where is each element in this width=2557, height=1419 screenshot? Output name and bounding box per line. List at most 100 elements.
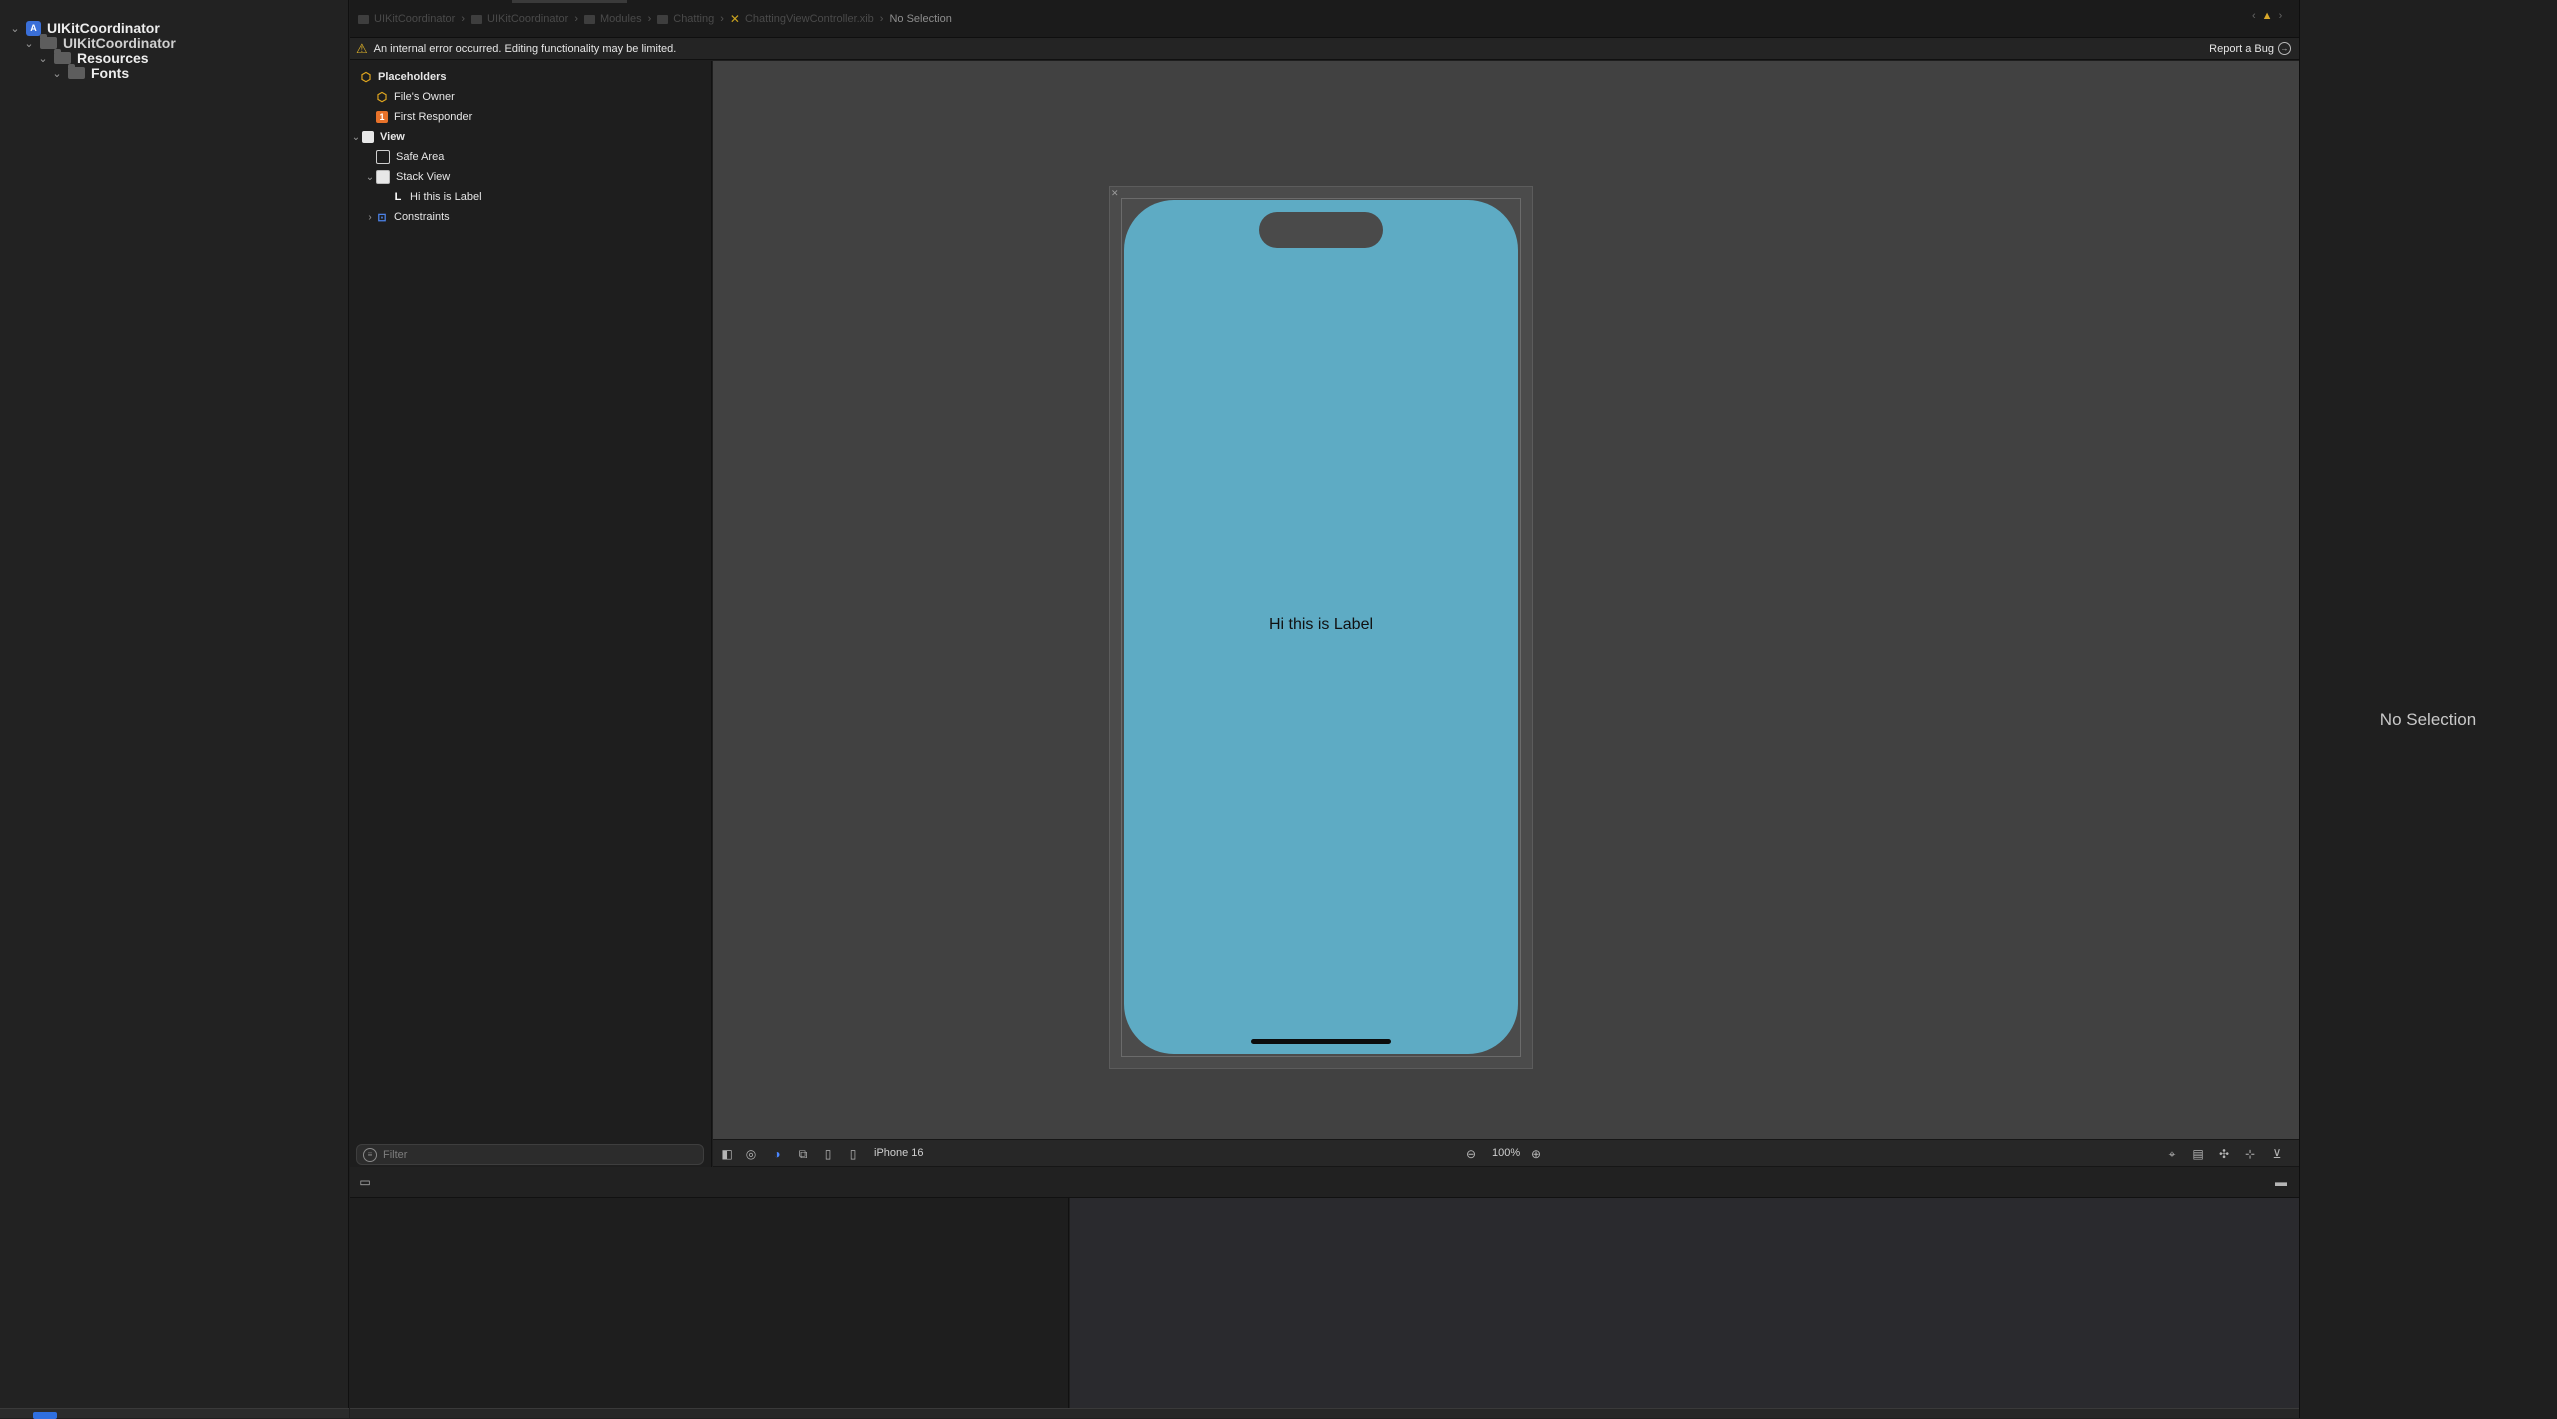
- label-icon: L: [394, 191, 402, 203]
- arrow-circle-icon: →: [2278, 42, 2291, 55]
- chevron-down-icon[interactable]: ⌄: [36, 52, 50, 65]
- add-constraints-icon[interactable]: ⊹: [2243, 1147, 2257, 1161]
- breadcrumb-item[interactable]: Chatting: [657, 13, 714, 25]
- placeholder-cube-icon: ⬡: [360, 70, 372, 84]
- chevron-down-icon[interactable]: ⌄: [22, 37, 36, 50]
- split-view-icon[interactable]: ▯: [821, 1147, 835, 1161]
- device-icon[interactable]: ▯: [846, 1147, 860, 1161]
- chevron-down-icon[interactable]: ⌄: [8, 22, 22, 35]
- embed-in-icon[interactable]: ▤: [2191, 1147, 2205, 1161]
- xcode-project-icon: [358, 14, 369, 24]
- dark-mode-icon[interactable]: ◑: [770, 1147, 784, 1161]
- chevron-right-icon: ›: [461, 13, 465, 25]
- outline-item-label: Hi this is Label: [410, 191, 482, 203]
- first-responder-icon: 1: [376, 111, 388, 123]
- debug-bar: ▭ ▬: [350, 1167, 2299, 1198]
- zoom-level[interactable]: 100%: [1492, 1147, 1520, 1159]
- canvas-label[interactable]: Hi this is Label: [1124, 616, 1518, 634]
- outline-item-label: File's Owner: [394, 91, 455, 103]
- chevron-right-icon[interactable]: ›: [364, 212, 376, 223]
- view-icon: [362, 131, 374, 143]
- outline-item-first-responder[interactable]: 1 First Responder: [376, 108, 472, 126]
- chevron-right-icon: ›: [879, 13, 884, 25]
- breadcrumb-label: Modules: [600, 13, 642, 25]
- breadcrumb-label: Chatting: [673, 13, 715, 25]
- outline-item-stack-view[interactable]: ⌄ Stack View: [364, 168, 450, 186]
- folder-icon: [657, 14, 669, 24]
- outline-item-label: View: [380, 131, 405, 143]
- folder-icon: [471, 14, 482, 24]
- chevron-down-icon[interactable]: ⌄: [50, 67, 64, 80]
- outline-item-label: Placeholders: [378, 71, 447, 83]
- folder-icon: [68, 64, 85, 79]
- outline-item-safe-area[interactable]: Safe Area: [376, 148, 444, 166]
- close-icon[interactable]: ✕: [1111, 188, 1119, 199]
- filter-icon: ≡: [363, 1147, 377, 1162]
- zoom-in-icon[interactable]: ⊕: [1529, 1147, 1543, 1161]
- breadcrumb: UIKitCoordinator › UIKitCoordinator › Mo…: [358, 10, 952, 28]
- outline-toggle-icon[interactable]: ◧: [720, 1147, 734, 1161]
- dynamic-island: [1259, 212, 1383, 248]
- project-navigator: ⌄ A UIKitCoordinator ⌄ UIKitCoordinator …: [0, 0, 349, 1418]
- chevron-down-icon[interactable]: ⌄: [350, 132, 362, 143]
- outline-item-label-element[interactable]: L Hi this is Label: [392, 188, 482, 206]
- align-icon[interactable]: ✣: [2217, 1147, 2231, 1161]
- outline-item-label: First Responder: [394, 111, 473, 123]
- chevron-right-icon: ›: [574, 13, 578, 25]
- device-selector[interactable]: iPhone 16: [874, 1147, 924, 1159]
- outline-item-label: Safe Area: [396, 151, 445, 163]
- canvas-toolbar: ◧ ◎ ◑ ⧉ ▯ ▯ iPhone 16 ⊖ 100% ⊕ ⌖ ▤ ✣ ⊹ ⊻: [713, 1139, 2299, 1167]
- home-indicator: [1251, 1039, 1391, 1044]
- breadcrumb-current[interactable]: No Selection: [889, 13, 951, 25]
- outline-item-constraints[interactable]: › ⊡ Constraints: [364, 208, 450, 226]
- outline-item-view[interactable]: ⌄ View: [350, 128, 405, 146]
- console-view[interactable]: [1070, 1198, 2299, 1408]
- debug-footer: [350, 1408, 2299, 1418]
- warning-icon[interactable]: ▲: [2262, 10, 2273, 22]
- breadcrumb-label: UIKitCoordinator: [374, 13, 456, 25]
- breadcrumb-item[interactable]: UIKitCoordinator: [471, 13, 568, 25]
- warning-icon: ⚠: [356, 40, 368, 56]
- chevron-down-icon[interactable]: ⌄: [364, 172, 376, 183]
- document-outline: ⬡ Placeholders ⬡ File's Owner 1 First Re…: [350, 61, 712, 1167]
- safe-area-icon: [376, 150, 390, 164]
- constraints-icon: ⊡: [377, 211, 387, 224]
- editor-tab-indicator[interactable]: [512, 0, 627, 3]
- outline-item-label: Stack View: [396, 171, 451, 183]
- hide-debug-area-icon[interactable]: ▭: [358, 1175, 372, 1189]
- variables-view[interactable]: [350, 1198, 1069, 1408]
- breadcrumb-item[interactable]: ✕ ChattingViewController.xib: [730, 12, 874, 26]
- chevron-right-icon[interactable]: ›: [2279, 10, 2283, 22]
- outline-filter-field[interactable]: ≡: [356, 1144, 704, 1165]
- filter-input[interactable]: [381, 1147, 685, 1162]
- breadcrumb-item[interactable]: Modules: [584, 13, 642, 25]
- report-bug-button[interactable]: Report a Bug →: [2209, 42, 2291, 55]
- error-banner: ⚠ An internal error occurred. Editing fu…: [350, 38, 2299, 60]
- orientation-icon[interactable]: ⧉: [796, 1147, 810, 1161]
- outline-item-label: Constraints: [394, 211, 450, 223]
- navigator-footer: [0, 1408, 349, 1419]
- no-selection-label: No Selection: [2379, 710, 2477, 729]
- placeholder-cube-icon: ⬡: [376, 90, 388, 104]
- navigator-item-label: Fonts: [91, 65, 130, 81]
- stack-view-icon: [376, 170, 390, 184]
- inspector-panel: [2299, 0, 2557, 1418]
- outline-item-files-owner[interactable]: ⬡ File's Owner: [376, 88, 455, 106]
- xib-file-icon: ✕: [729, 12, 740, 26]
- split-console-icon[interactable]: ▬: [2274, 1175, 2288, 1189]
- navigator-item-fonts[interactable]: ⌄ Fonts: [50, 62, 129, 84]
- jump-bar-navigation: ‹ ▲ ›: [2252, 10, 2282, 22]
- chevron-right-icon: ›: [720, 13, 724, 25]
- resolve-issues-icon[interactable]: ⊻: [2270, 1147, 2284, 1161]
- update-frames-icon[interactable]: ⌖: [2165, 1147, 2179, 1161]
- breadcrumb-label: UIKitCoordinator: [487, 13, 569, 25]
- breadcrumb-item[interactable]: UIKitCoordinator: [358, 13, 455, 25]
- folder-icon: [584, 14, 595, 24]
- zoom-out-icon[interactable]: ⊖: [1464, 1147, 1478, 1161]
- chevron-left-icon[interactable]: ‹: [2252, 10, 2256, 22]
- chevron-right-icon: ›: [647, 13, 652, 25]
- report-bug-label: Report a Bug: [2209, 42, 2274, 55]
- outline-item-placeholders[interactable]: ⬡ Placeholders: [360, 68, 447, 86]
- appearance-icon[interactable]: ◎: [744, 1147, 758, 1161]
- breadcrumb-label: ChattingViewController.xib: [744, 13, 874, 25]
